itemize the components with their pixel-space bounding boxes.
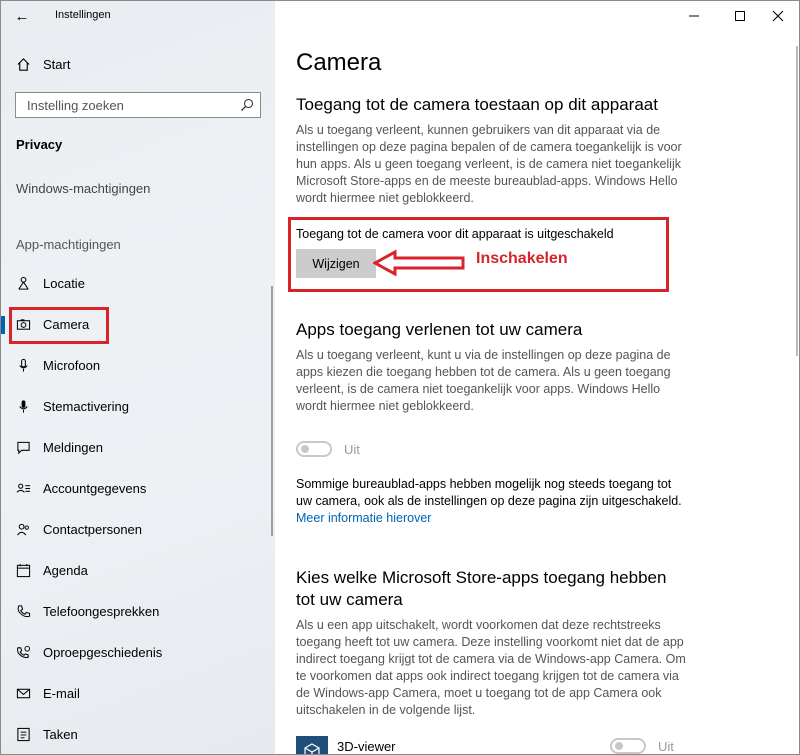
title-bar: ← Instellingen xyxy=(1,1,275,33)
device-access-description: Als u toegang verleent, kunnen gebruiker… xyxy=(296,123,682,205)
desktop-apps-note: Sommige bureaublad-apps hebben mogelijk … xyxy=(296,476,686,527)
store-apps-heading-line2: tot uw camera xyxy=(296,590,403,609)
app-access-description: Als u toegang verleent, kunt u via de in… xyxy=(296,348,671,413)
mail-icon xyxy=(15,685,31,701)
home-icon xyxy=(15,56,31,72)
page-title: Camera xyxy=(296,49,382,76)
app-access-toggle[interactable] xyxy=(296,441,332,457)
tasks-icon xyxy=(15,726,31,742)
nav-home-label: Start xyxy=(43,56,71,72)
sidebar-item-calendar[interactable]: Agenda xyxy=(1,550,275,590)
location-icon xyxy=(15,275,31,291)
toggle-knob xyxy=(301,445,309,453)
microphone-icon xyxy=(15,357,31,373)
3d-viewer-toggle[interactable] xyxy=(610,738,646,754)
section-title: Privacy xyxy=(16,137,63,152)
app-name: 3D-viewer xyxy=(337,739,396,754)
windows-permissions-heading: Windows-machtigingen xyxy=(16,181,151,196)
minimize-button[interactable] xyxy=(671,3,717,29)
sidebar-item-phone-calls[interactable]: Telefoongesprekken xyxy=(1,591,275,631)
annotation-arrow-icon xyxy=(373,249,465,277)
sidebar-item-email[interactable]: E-mail xyxy=(1,673,275,713)
sidebar-item-microphone[interactable]: Microfoon xyxy=(1,345,275,385)
sidebar-item-account-info[interactable]: Accountgegevens xyxy=(1,468,275,508)
nav-home[interactable]: Start xyxy=(1,44,275,84)
back-arrow-icon[interactable]: ← xyxy=(13,8,31,26)
sidebar-item-location[interactable]: Locatie xyxy=(1,263,275,303)
call-history-icon xyxy=(15,644,31,660)
store-apps-description: Als u een app uitschakelt, wordt voorkom… xyxy=(296,618,686,717)
toggle-knob xyxy=(615,742,623,750)
more-info-link[interactable]: Meer informatie hierover xyxy=(296,511,431,525)
main-content: Camera Toegang tot de camera toestaan op… xyxy=(275,1,799,754)
sidebar: ← Instellingen Start Privacy Windows-mac… xyxy=(1,1,275,754)
sidebar-item-label: Oproepgeschiedenis xyxy=(43,644,163,660)
3d-viewer-toggle-label: Uit xyxy=(658,739,674,754)
sidebar-item-label: Meldingen xyxy=(43,439,103,455)
close-button[interactable] xyxy=(755,3,799,29)
sidebar-item-label: Locatie xyxy=(43,275,85,291)
sidebar-item-contacts[interactable]: Contactpersonen xyxy=(1,509,275,549)
annotation-label: Inschakelen xyxy=(476,250,568,267)
sidebar-scrollbar[interactable] xyxy=(271,286,273,536)
device-access-heading: Toegang tot de camera toestaan op dit ap… xyxy=(296,95,658,114)
settings-window: ← Instellingen Start Privacy Windows-mac… xyxy=(0,0,800,755)
sidebar-item-label: Contactpersonen xyxy=(43,521,143,537)
notifications-icon xyxy=(15,439,31,455)
store-apps-heading: Kies welke Microsoft Store-apps toegang … xyxy=(296,568,666,610)
sidebar-item-label: Accountgegevens xyxy=(43,480,147,496)
settings-search[interactable] xyxy=(15,92,261,118)
sidebar-item-call-history[interactable]: Oproepgeschiedenis xyxy=(1,632,275,672)
sidebar-item-tasks[interactable]: Taken xyxy=(1,714,275,754)
search-input[interactable] xyxy=(25,97,239,114)
app-access-heading: Apps toegang verlenen tot uw camera xyxy=(296,320,583,339)
sidebar-item-label: E-mail xyxy=(43,685,80,701)
scrollbar-thumb[interactable] xyxy=(796,46,798,356)
sidebar-item-label: Taken xyxy=(43,726,78,742)
voice-activation-icon xyxy=(15,398,31,414)
camera-highlight-box xyxy=(9,307,109,344)
sidebar-item-label: Agenda xyxy=(43,562,88,578)
contacts-icon xyxy=(15,521,31,537)
main-scrollbar[interactable] xyxy=(795,1,799,754)
sidebar-item-notifications[interactable]: Meldingen xyxy=(1,427,275,467)
account-info-icon xyxy=(15,480,31,496)
3d-viewer-app-icon xyxy=(296,736,328,754)
sidebar-item-label: Microfoon xyxy=(43,357,101,373)
desktop-apps-note-text: Sommige bureaublad-apps hebben mogelijk … xyxy=(296,477,682,508)
minimize-icon xyxy=(689,15,699,17)
app-title: Instellingen xyxy=(55,9,111,21)
calendar-icon xyxy=(15,562,31,578)
phone-icon xyxy=(15,603,31,619)
app-permissions-heading: App-machtigingen xyxy=(16,237,121,252)
sidebar-item-label: Stemactivering xyxy=(43,398,129,414)
sidebar-item-voice-activation[interactable]: Stemactivering xyxy=(1,386,275,426)
app-access-toggle-label: Uit xyxy=(344,442,360,457)
close-icon xyxy=(772,10,784,22)
store-apps-heading-line1: Kies welke Microsoft Store-apps toegang … xyxy=(296,568,667,587)
sidebar-item-label: Telefoongesprekken xyxy=(43,603,160,619)
maximize-icon xyxy=(735,11,745,21)
search-icon[interactable] xyxy=(240,98,254,112)
